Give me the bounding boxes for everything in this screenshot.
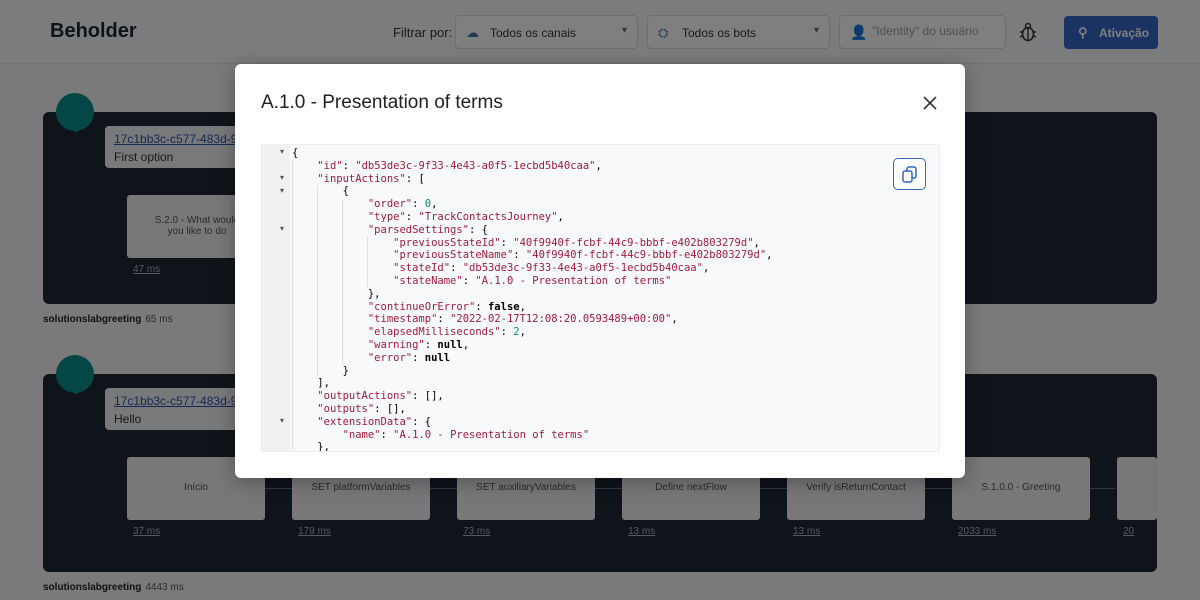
fold-toggle-icon[interactable]: ▾	[280, 224, 284, 233]
json-error: null	[424, 351, 451, 364]
code-gutter	[262, 145, 290, 451]
fold-toggle-icon[interactable]: ▾	[280, 147, 284, 156]
copy-icon	[902, 166, 917, 183]
json-elapsed-ms: 2	[513, 326, 520, 339]
fold-toggle-icon[interactable]: ▾	[280, 186, 284, 195]
json-viewer[interactable]: ▾ ▾ ▾ ▾ ▾ { "id": "db53de3c-9f33-4e43-a0…	[261, 144, 940, 452]
fold-toggle-icon[interactable]: ▾	[280, 416, 284, 425]
json-code: { "id": "db53de3c-9f33-4e43-a0f5-1ecbd5b…	[292, 147, 773, 452]
state-details-modal: A.1.0 - Presentation of terms ▾ ▾ ▾ ▾ ▾ …	[235, 64, 965, 478]
json-type: TrackContactsJourney	[424, 210, 552, 223]
fold-toggle-icon[interactable]: ▾	[280, 173, 284, 182]
json-extension-name: A.1.0 - Presentation of terms	[399, 428, 583, 441]
json-state-name: A.1.0 - Presentation of terms	[481, 274, 666, 287]
close-button[interactable]	[919, 92, 941, 114]
json-order: 0	[424, 198, 432, 211]
json-state-id: db53de3c-9f33-4e43-a0f5-1ecbd5b40caa	[469, 262, 697, 275]
json-timestamp: 2022-02-17T12:08:20.0593489+00:00	[456, 313, 666, 326]
close-icon	[923, 96, 937, 110]
copy-button[interactable]	[893, 158, 926, 190]
json-continue-or-error: false	[487, 300, 520, 313]
json-previous-state-name: 40f9940f-fcbf-44c9-bbbf-e402b803279d	[532, 249, 760, 262]
json-id: db53de3c-9f33-4e43-a0f5-1ecbd5b40caa	[361, 159, 590, 172]
modal-title: A.1.0 - Presentation of terms	[261, 92, 503, 113]
json-warning: null	[437, 338, 463, 351]
json-previous-state-id: 40f9940f-fcbf-44c9-bbbf-e402b803279d	[519, 236, 748, 249]
